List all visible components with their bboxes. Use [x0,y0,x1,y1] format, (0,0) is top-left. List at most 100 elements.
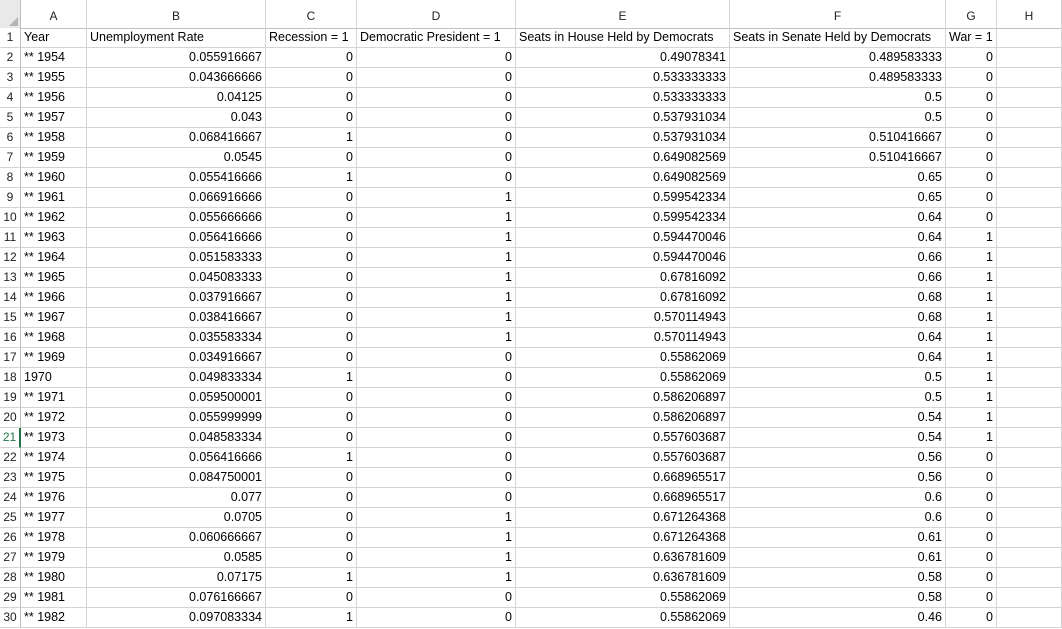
unemployment-cell[interactable]: 0.068416667 [87,128,266,148]
year-cell[interactable]: ** 1966 [21,288,87,308]
header-cell[interactable]: Year [21,28,87,48]
house-seats-cell[interactable]: 0.533333333 [516,68,730,88]
column-header-b[interactable]: B [87,0,266,28]
row-header[interactable]: 2 [0,48,21,68]
year-cell[interactable]: ** 1968 [21,328,87,348]
row-header[interactable]: 12 [0,248,21,268]
empty-cell[interactable] [997,508,1062,528]
democratic-president-cell[interactable]: 0 [357,68,516,88]
column-header-f[interactable]: F [730,0,946,28]
unemployment-cell[interactable]: 0.051583333 [87,248,266,268]
empty-cell[interactable] [997,68,1062,88]
row-header[interactable]: 8 [0,168,21,188]
war-cell[interactable]: 1 [946,348,997,368]
democratic-president-cell[interactable]: 1 [357,528,516,548]
war-cell[interactable]: 0 [946,188,997,208]
democratic-president-cell[interactable]: 0 [357,128,516,148]
unemployment-cell[interactable]: 0.055999999 [87,408,266,428]
war-cell[interactable]: 1 [946,408,997,428]
column-header-a[interactable]: A [21,0,87,28]
house-seats-cell[interactable]: 0.557603687 [516,448,730,468]
row-header[interactable]: 23 [0,468,21,488]
house-seats-cell[interactable]: 0.537931034 [516,128,730,148]
empty-cell[interactable] [997,468,1062,488]
senate-seats-cell[interactable]: 0.56 [730,448,946,468]
year-cell[interactable]: ** 1969 [21,348,87,368]
democratic-president-cell[interactable]: 0 [357,588,516,608]
empty-cell[interactable] [997,148,1062,168]
democratic-president-cell[interactable]: 1 [357,288,516,308]
senate-seats-cell[interactable]: 0.66 [730,248,946,268]
recession-cell[interactable]: 0 [266,348,357,368]
recession-cell[interactable]: 1 [266,128,357,148]
democratic-president-cell[interactable]: 0 [357,448,516,468]
war-cell[interactable]: 0 [946,128,997,148]
unemployment-cell[interactable]: 0.034916667 [87,348,266,368]
recession-cell[interactable]: 0 [266,388,357,408]
house-seats-cell[interactable]: 0.55862069 [516,348,730,368]
war-cell[interactable]: 0 [946,88,997,108]
war-cell[interactable]: 0 [946,208,997,228]
house-seats-cell[interactable]: 0.599542334 [516,208,730,228]
senate-seats-cell[interactable]: 0.510416667 [730,148,946,168]
recession-cell[interactable]: 0 [266,228,357,248]
democratic-president-cell[interactable]: 0 [357,88,516,108]
war-cell[interactable]: 0 [946,548,997,568]
year-cell[interactable]: ** 1957 [21,108,87,128]
empty-cell[interactable] [997,208,1062,228]
row-header[interactable]: 19 [0,388,21,408]
democratic-president-cell[interactable]: 0 [357,468,516,488]
row-header[interactable]: 10 [0,208,21,228]
unemployment-cell[interactable]: 0.038416667 [87,308,266,328]
democratic-president-cell[interactable]: 0 [357,348,516,368]
war-cell[interactable]: 1 [946,308,997,328]
recession-cell[interactable]: 1 [266,368,357,388]
empty-cell[interactable] [997,488,1062,508]
democratic-president-cell[interactable]: 0 [357,488,516,508]
senate-seats-cell[interactable]: 0.61 [730,548,946,568]
senate-seats-cell[interactable]: 0.54 [730,428,946,448]
war-cell[interactable]: 0 [946,528,997,548]
year-cell[interactable]: ** 1959 [21,148,87,168]
year-cell[interactable]: ** 1976 [21,488,87,508]
row-header[interactable]: 24 [0,488,21,508]
unemployment-cell[interactable]: 0.0545 [87,148,266,168]
unemployment-cell[interactable]: 0.043666666 [87,68,266,88]
column-header-d[interactable]: D [357,0,516,28]
senate-seats-cell[interactable]: 0.68 [730,308,946,328]
house-seats-cell[interactable]: 0.599542334 [516,188,730,208]
house-seats-cell[interactable]: 0.537931034 [516,108,730,128]
democratic-president-cell[interactable]: 1 [357,228,516,248]
empty-cell[interactable] [997,48,1062,68]
senate-seats-cell[interactable]: 0.6 [730,488,946,508]
year-cell[interactable]: ** 1982 [21,608,87,628]
unemployment-cell[interactable]: 0.084750001 [87,468,266,488]
empty-cell[interactable] [997,188,1062,208]
year-cell[interactable]: ** 1964 [21,248,87,268]
recession-cell[interactable]: 0 [266,208,357,228]
senate-seats-cell[interactable]: 0.489583333 [730,68,946,88]
row-header[interactable]: 27 [0,548,21,568]
house-seats-cell[interactable]: 0.55862069 [516,368,730,388]
unemployment-cell[interactable]: 0.048583334 [87,428,266,448]
unemployment-cell[interactable]: 0.056416666 [87,448,266,468]
empty-cell[interactable] [997,368,1062,388]
house-seats-cell[interactable]: 0.67816092 [516,288,730,308]
recession-cell[interactable]: 0 [266,528,357,548]
democratic-president-cell[interactable]: 0 [357,388,516,408]
year-cell[interactable]: 1970 [21,368,87,388]
house-seats-cell[interactable]: 0.55862069 [516,588,730,608]
unemployment-cell[interactable]: 0.0705 [87,508,266,528]
house-seats-cell[interactable]: 0.586206897 [516,408,730,428]
header-cell[interactable] [997,28,1062,48]
senate-seats-cell[interactable]: 0.5 [730,388,946,408]
democratic-president-cell[interactable]: 0 [357,408,516,428]
row-header[interactable]: 9 [0,188,21,208]
war-cell[interactable]: 0 [946,488,997,508]
row-header[interactable]: 5 [0,108,21,128]
war-cell[interactable]: 0 [946,468,997,488]
unemployment-cell[interactable]: 0.077 [87,488,266,508]
war-cell[interactable]: 1 [946,328,997,348]
year-cell[interactable]: ** 1980 [21,568,87,588]
row-header[interactable]: 17 [0,348,21,368]
